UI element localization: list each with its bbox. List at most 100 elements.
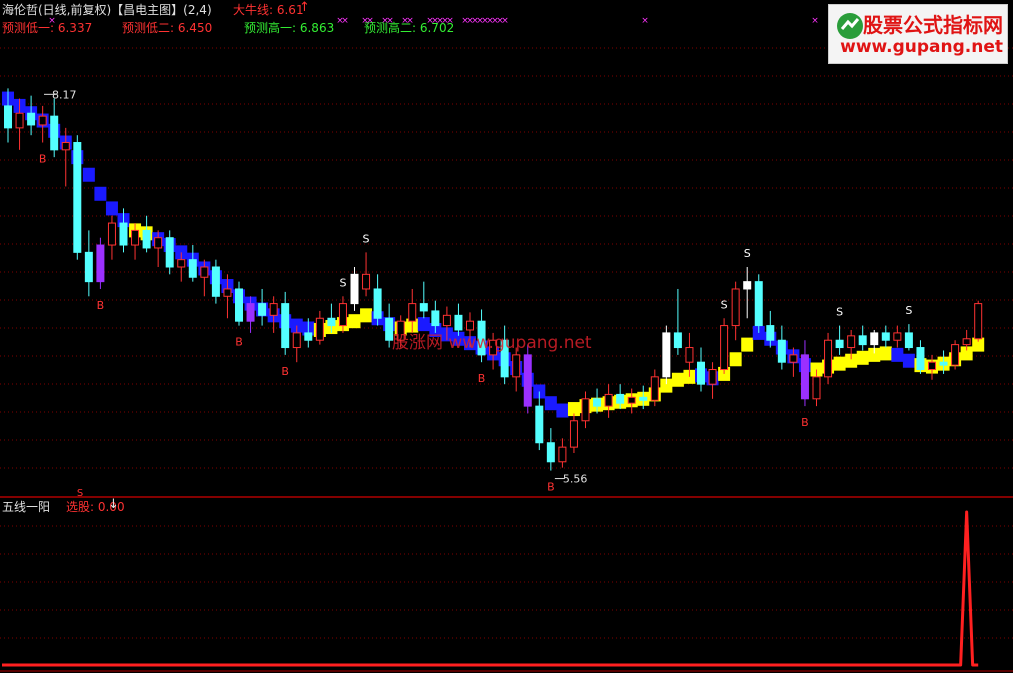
candle-body <box>431 310 440 327</box>
candle-body <box>546 442 555 463</box>
candle-body <box>235 288 243 322</box>
buy-signal-label: B <box>235 336 243 349</box>
sell-signal-label: S <box>744 247 751 260</box>
candle-body <box>408 303 417 322</box>
price-low-label: 5.56 <box>563 473 588 486</box>
candle-body <box>639 396 648 401</box>
sub-panel-title: 五线一阳 <box>2 500 51 514</box>
signal-cross-icon: × <box>811 16 819 26</box>
candle-body <box>662 332 671 378</box>
arrow-up-icon: ↑ <box>299 0 310 15</box>
main-title: 海伦哲(日线,前复权)【昌电主图】(2,4) <box>2 3 212 17</box>
candle-body <box>27 112 36 126</box>
candle-body <box>881 332 890 341</box>
candle-body <box>593 398 602 407</box>
candle-body <box>107 222 116 246</box>
watermark-text: 股涨网 www.gupang.net <box>392 333 592 353</box>
trend-block-up <box>833 356 846 371</box>
niu-line-label: 大牛线: 6.61 <box>233 3 304 17</box>
pred-low1-label: 预测低一: 6.337 <box>2 21 93 35</box>
candle-body <box>951 344 960 366</box>
candle-body <box>350 273 359 305</box>
sell-signal-label: S <box>721 298 728 311</box>
candle-body <box>616 393 625 404</box>
candle-body <box>789 354 798 363</box>
trend-block-up <box>879 346 892 361</box>
candle-body <box>904 332 913 349</box>
candle-body <box>535 405 544 444</box>
candle-body <box>523 354 532 407</box>
trend-block-up <box>729 352 742 367</box>
candle-body <box>558 446 567 463</box>
candle-body <box>800 354 809 400</box>
pred-low2-label: 预测低二: 6.450 <box>122 21 213 35</box>
candle-body <box>673 332 682 349</box>
trend-block-down <box>82 167 95 182</box>
candle-body <box>304 332 313 341</box>
candle-body <box>870 332 879 346</box>
candle-body <box>165 237 174 268</box>
candle-body <box>223 288 232 297</box>
candle-body <box>177 259 186 268</box>
candle-body <box>697 361 705 385</box>
signal-cross-icon: × <box>501 16 509 26</box>
buy-signal-label: B <box>39 153 47 166</box>
trend-block-down <box>891 347 904 362</box>
site-logo: 股票公式指标网 www.gupang.net <box>828 4 1008 64</box>
candle-body <box>38 115 47 126</box>
candle-body <box>777 339 786 363</box>
candle-body <box>442 314 451 327</box>
trend-block-up <box>671 372 684 387</box>
candle-body <box>327 317 336 327</box>
buy-signal-label: B <box>97 299 105 312</box>
candle-body <box>258 303 267 316</box>
candle-body <box>188 259 197 278</box>
candle-body <box>766 325 775 341</box>
candle-body <box>373 288 382 319</box>
candle-body <box>15 112 24 129</box>
sub-signal-mark: S <box>77 488 83 499</box>
signal-cross-icon: × <box>341 16 349 26</box>
trend-block-down <box>544 396 557 411</box>
candle-body <box>142 229 151 249</box>
candle-body <box>581 398 590 422</box>
candle-body <box>893 332 902 341</box>
candle-body <box>269 303 278 316</box>
sell-signal-label: S <box>836 306 843 319</box>
candle-body <box>720 325 729 371</box>
candle-body <box>916 347 925 371</box>
arrow-down-icon: ↓ <box>108 497 119 512</box>
candle-body <box>847 335 856 349</box>
candle-body <box>338 303 347 327</box>
trend-block-up <box>360 308 373 323</box>
trend-block-up <box>856 350 869 365</box>
candle-body <box>974 303 983 340</box>
candle-body <box>604 393 613 407</box>
candle-body <box>824 339 833 378</box>
candle-body <box>962 338 971 346</box>
candle-body <box>211 266 220 297</box>
price-high-label: 8.17 <box>52 88 77 101</box>
candle-body <box>743 281 752 290</box>
candle-body <box>939 361 948 366</box>
candle-body <box>246 303 255 322</box>
candle-body <box>50 115 59 151</box>
buy-signal-label: B <box>478 372 486 385</box>
candle-body <box>362 273 371 290</box>
candle-body <box>131 229 140 246</box>
sell-signal-label: S <box>905 304 912 317</box>
logo-text-url: www.gupang.net <box>840 37 1003 57</box>
buy-signal-label: B <box>547 481 555 494</box>
candle-body <box>858 335 867 346</box>
candle-body <box>754 281 763 327</box>
candle-body <box>73 142 82 253</box>
candle-body <box>512 354 521 378</box>
candle-body <box>119 222 128 246</box>
candle-body <box>4 105 12 129</box>
candle-body <box>154 237 163 249</box>
sell-signal-label: S <box>339 276 346 289</box>
candle-body <box>61 142 70 151</box>
pred-high2-label: 预测高二: 6.702 <box>364 21 455 35</box>
candle-body <box>650 376 659 401</box>
candle-body <box>812 376 821 400</box>
